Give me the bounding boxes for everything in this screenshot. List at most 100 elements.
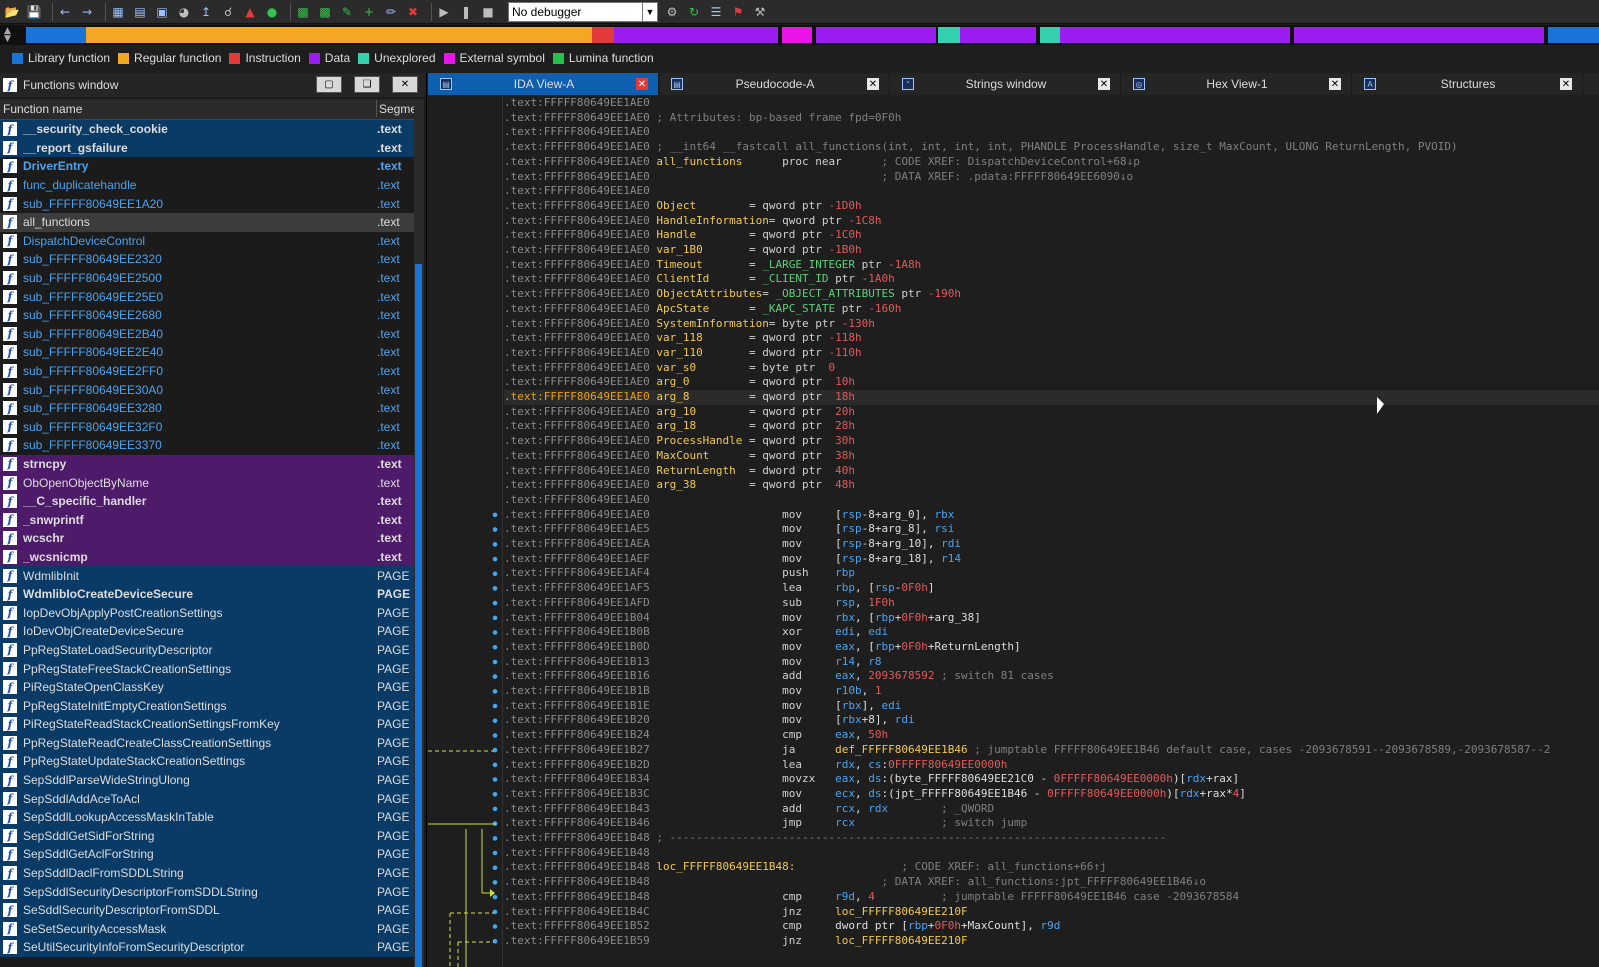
- code-line[interactable]: .text:FFFFF80649EE1AE0 arg_18 = qword pt…: [504, 419, 855, 434]
- code-line[interactable]: .text:FFFFF80649EE1AE0 SystemInformation…: [504, 317, 875, 332]
- code-line[interactable]: .text:FFFFF80649EE1B0B xor edi, edi: [504, 625, 888, 640]
- function-row[interactable]: f __security_check_cookie .text: [0, 120, 414, 139]
- column-function-name[interactable]: Function name: [3, 102, 82, 116]
- function-row[interactable]: f sub_FFFFF80649EE2680 .text: [0, 305, 414, 325]
- stack-var-name[interactable]: arg_38: [656, 478, 696, 491]
- close-icon[interactable]: ✕: [636, 78, 648, 90]
- function-row[interactable]: f ObOpenObjectByName .text: [0, 473, 414, 492]
- function-row[interactable]: f __report_gsfailure .text: [0, 138, 414, 158]
- edit-icon[interactable]: ✏: [383, 4, 399, 20]
- stack-var-name[interactable]: Object: [656, 199, 696, 212]
- close-icon[interactable]: ✕: [1329, 78, 1341, 90]
- code-line[interactable]: .text:FFFFF80649EE1B24 cmp eax, 50h: [504, 728, 888, 743]
- tab-hex-view-1[interactable]: ◎ Hex View-1 ✕: [1121, 73, 1352, 95]
- settings-icon[interactable]: ⚒: [752, 4, 768, 20]
- stack-var-name[interactable]: Handle: [656, 228, 696, 241]
- float-button[interactable]: ▢: [316, 76, 342, 93]
- back-icon[interactable]: ←: [57, 4, 73, 20]
- plus-icon[interactable]: +: [361, 4, 377, 20]
- search-icon[interactable]: ☌: [220, 4, 236, 20]
- function-row[interactable]: f SeSetSecurityAccessMask PAGE: [0, 919, 414, 939]
- code-line[interactable]: .text:FFFFF80649EE1AE0 Object = qword pt…: [504, 199, 862, 214]
- nav-segment-unexplored[interactable]: [1040, 27, 1060, 43]
- close-icon[interactable]: ✕: [1098, 78, 1110, 90]
- restore-button[interactable]: ❏: [354, 76, 380, 93]
- nav-segment-library[interactable]: [1548, 27, 1599, 43]
- function-row[interactable]: f sub_FFFFF80649EE2B40 .text: [0, 324, 414, 344]
- nav-segment-regular[interactable]: [486, 27, 596, 43]
- code-label[interactable]: all_functions: [656, 155, 742, 168]
- stack-var-name[interactable]: ObjectAttributes: [656, 287, 762, 300]
- stack-var-name[interactable]: MaxCount: [656, 449, 709, 462]
- function-row[interactable]: f _snwprintf .text: [0, 510, 414, 530]
- function-row[interactable]: f SeUtilSecurityInfoFromSecurityDescripto…: [0, 938, 414, 957]
- stack-var-name[interactable]: HandleInformation: [656, 214, 769, 227]
- function-row[interactable]: f IoDevObjCreateDeviceSecure PAGE: [0, 622, 414, 641]
- code-line[interactable]: .text:FFFFF80649EE1B48 ; ---------------…: [504, 831, 1166, 846]
- function-row[interactable]: f IopDevObjApplyPostCreationSettings PAGE: [0, 603, 414, 623]
- stack-var-name[interactable]: arg_10: [656, 405, 696, 418]
- navigation-band[interactable]: ▲ ▼: [0, 25, 1599, 45]
- functions-scrollbar-thumb[interactable]: [415, 264, 422, 967]
- functions-scrollbar[interactable]: [414, 99, 424, 967]
- code-line[interactable]: .text:FFFFF80649EE1AE0 var_118 = qword p…: [504, 331, 862, 346]
- chevron-down-icon[interactable]: ▼: [642, 2, 657, 21]
- function-row[interactable]: f all_functions .text: [0, 212, 414, 232]
- navigation-strip[interactable]: [26, 27, 1599, 43]
- code-line[interactable]: .text:FFFFF80649EE1AE0 HandleInformation…: [504, 214, 882, 229]
- function-row[interactable]: f PpRegStateInitEmptyCreationSettings PAGE: [0, 696, 414, 715]
- function-row[interactable]: f sub_FFFFF80649EE32F0 .text: [0, 417, 414, 437]
- code-line[interactable]: .text:FFFFF80649EE1AE0 ObjectAttributes=…: [504, 287, 961, 302]
- attach-icon[interactable]: ⚙: [664, 4, 680, 20]
- code-line[interactable]: .text:FFFFF80649EE1AE0 ReturnLength = dw…: [504, 464, 855, 479]
- stack-var-name[interactable]: Timeout: [656, 258, 702, 271]
- function-row[interactable]: f PpRegStateReadCreateClassCreationSettin…: [0, 733, 414, 753]
- code-line[interactable]: .text:FFFFF80649EE1B3C mov ecx, ds:(jpt_…: [504, 787, 1246, 802]
- stack-var-name[interactable]: ProcessHandle: [656, 434, 742, 447]
- debugger-select[interactable]: No debugger ▼: [508, 1, 658, 22]
- code-line[interactable]: .text:FFFFF80649EE1B34 movzx eax, ds:(by…: [504, 772, 1239, 787]
- code-line[interactable]: .text:FFFFF80649EE1AE0 all_functions pro…: [504, 155, 1140, 170]
- code-line[interactable]: .text:FFFFF80649EE1B48 ; DATA XREF: all_…: [504, 875, 1206, 890]
- stop-icon[interactable]: ■: [480, 4, 496, 20]
- disassembly-listing[interactable]: .text:FFFFF80649EE1AE0 .text:FFFFF80649E…: [504, 96, 1599, 967]
- code-line[interactable]: .text:FFFFF80649EE1AF5 lea rbp, [rsp-0F0…: [504, 581, 935, 596]
- nav-segment-library[interactable]: [26, 27, 86, 43]
- function-row[interactable]: f DispatchDeviceControl .text: [0, 231, 414, 251]
- patch-icon[interactable]: ✎: [339, 4, 355, 20]
- column-segment[interactable]: Segme: [376, 100, 417, 117]
- nav-segment-data[interactable]: [614, 27, 778, 43]
- code-line[interactable]: .text:FFFFF80649EE1B52 cmp dword ptr [rb…: [504, 919, 1060, 934]
- code-line[interactable]: .text:FFFFF80649EE1AE5 mov [rsp-8+arg_8]…: [504, 522, 954, 537]
- code-line[interactable]: .text:FFFFF80649EE1B48: [504, 846, 656, 861]
- breakpoint-icon[interactable]: ⚑: [730, 4, 746, 20]
- function-row[interactable]: f PpRegStateUpdateStackCreationSettings PA…: [0, 752, 414, 771]
- stack-var-name[interactable]: arg_8: [656, 390, 689, 403]
- code-line[interactable]: .text:FFFFF80649EE1AE0: [504, 184, 656, 199]
- code-line[interactable]: .text:FFFFF80649EE1AEF mov [rsp-8+arg_18…: [504, 552, 961, 567]
- function-row[interactable]: f SepSddlGetSidForString PAGE: [0, 826, 414, 846]
- stack-var-name[interactable]: var_110: [656, 346, 702, 359]
- function-row[interactable]: f PpRegStateLoadSecurityDescriptor PAGE: [0, 640, 414, 660]
- function-row[interactable]: f sub_FFFFF80649EE1A20 .text: [0, 194, 414, 213]
- code-line[interactable]: .text:FFFFF80649EE1AE0 var_s0 = byte ptr…: [504, 361, 835, 376]
- function-row[interactable]: f func_duplicatehandle .text: [0, 175, 414, 195]
- code-line[interactable]: .text:FFFFF80649EE1B1E mov [rbx], edi: [504, 699, 901, 714]
- code-line[interactable]: .text:FFFFF80649EE1B13 mov r14, r8: [504, 655, 882, 670]
- function-row[interactable]: f WdmlibInit PAGE: [0, 566, 414, 585]
- stack-var-name[interactable]: arg_18: [656, 419, 696, 432]
- function-row[interactable]: f sub_FFFFF80649EE25E0 .text: [0, 287, 414, 306]
- function-row[interactable]: f PpRegStateFreeStackCreationSettings PAGE: [0, 659, 414, 678]
- code-line[interactable]: .text:FFFFF80649EE1AE0 ; Attributes: bp-…: [504, 111, 901, 126]
- nav-segment-data[interactable]: [960, 27, 1036, 43]
- code-line[interactable]: .text:FFFFF80649EE1AE0 ClientId = _CLIEN…: [504, 272, 895, 287]
- function-row[interactable]: f SepSddlParseWideStringUlong PAGE: [0, 770, 414, 790]
- run-green-icon[interactable]: ●: [264, 4, 280, 20]
- function-row[interactable]: f WdmlibIoCreateDeviceSecure PAGE: [0, 584, 414, 604]
- close-red-icon[interactable]: ✖: [405, 4, 421, 20]
- code-icon[interactable]: ▩: [295, 4, 311, 20]
- function-row[interactable]: f sub_FFFFF80649EE3370 .text: [0, 436, 414, 455]
- close-icon[interactable]: ✕: [1560, 78, 1572, 90]
- function-row[interactable]: f SepSddlLookupAccessMaskInTable PAGE: [0, 807, 414, 827]
- stack-var-name[interactable]: var_1B0: [656, 243, 702, 256]
